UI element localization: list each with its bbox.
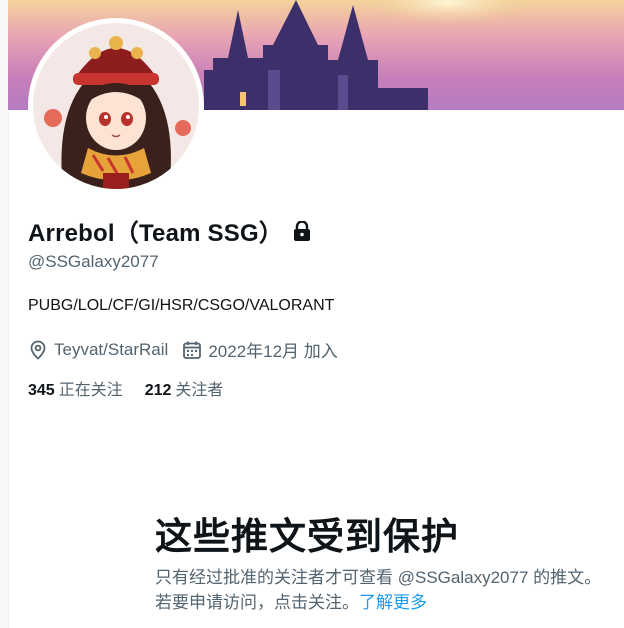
profile-bio: PUBG/LOL/CF/GI/HSR/CSGO/VALORANT bbox=[28, 297, 335, 314]
calendar-icon bbox=[183, 341, 202, 359]
avatar[interactable] bbox=[28, 18, 204, 194]
learn-more-link[interactable]: 了解更多 bbox=[359, 593, 427, 612]
joined-item: 2022年12月 加入 bbox=[182, 337, 338, 362]
following-link[interactable]: 345 正在关注 bbox=[28, 376, 123, 400]
followers-link[interactable]: 212 关注者 bbox=[145, 376, 224, 400]
followers-label: 关注者 bbox=[175, 382, 224, 399]
lock-icon bbox=[293, 220, 311, 241]
protected-desc-prefix: 只有经过批准的关注者才可查看 bbox=[155, 568, 393, 587]
following-count: 345 bbox=[28, 382, 55, 399]
followers-count: 212 bbox=[144, 382, 172, 399]
follow-stats: 345 正在关注 212 关注者 bbox=[28, 376, 245, 400]
protected-tweets-title: 这些推文受到保护 bbox=[155, 516, 459, 557]
profile-handle: @SSGalaxy2077 bbox=[28, 252, 159, 271]
avatar-image bbox=[33, 23, 199, 189]
location-item: Teyvat/StarRail bbox=[28, 340, 168, 360]
display-name-row: Arrebol（Team SSG） bbox=[28, 213, 311, 248]
location-pin-icon bbox=[30, 340, 46, 360]
profile-meta: Teyvat/StarRail 2022年12月 加入 bbox=[28, 337, 352, 362]
protected-tweets-description: 只有经过批准的关注者才可查看 @SSGalaxy2077 的推文。若要申请访问，… bbox=[155, 565, 605, 615]
protected-desc-handle: @SSGalaxy2077 bbox=[397, 568, 529, 587]
joined-date: 2022年12月 加入 bbox=[208, 342, 338, 361]
following-label: 正在关注 bbox=[58, 382, 123, 399]
display-name: Arrebol（Team SSG） bbox=[28, 220, 284, 247]
location-text: Teyvat/StarRail bbox=[54, 339, 169, 359]
